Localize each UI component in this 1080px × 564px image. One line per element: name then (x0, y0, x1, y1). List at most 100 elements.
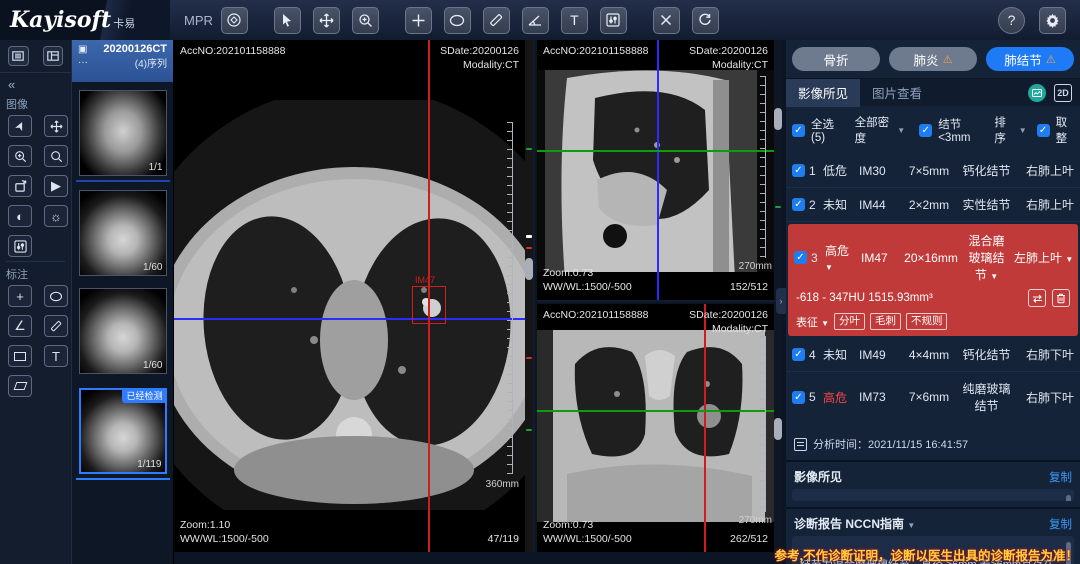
compare-icon[interactable] (1028, 289, 1046, 307)
report-preview-icon[interactable] (1028, 84, 1046, 102)
clear-tool-icon[interactable] (653, 7, 680, 34)
round-checkbox[interactable]: ✓ (1037, 124, 1050, 137)
small-nodule-label: 结节<3mm (938, 116, 982, 144)
series-thumbnail-4-selected[interactable]: 已经检测 1/119 (79, 388, 167, 474)
panel-collapse-handle[interactable]: › (776, 288, 786, 314)
findings-copy-button[interactable]: 复制 (1049, 469, 1072, 485)
brightness-icon[interactable]: ☼ (44, 205, 68, 227)
thumbnail-count: 1/119 (137, 459, 161, 470)
risk-dropdown[interactable]: 高危 ▼ (825, 242, 857, 273)
tab-image-view[interactable]: 图片查看 (860, 79, 934, 107)
logo-text: Kayisoft (10, 7, 111, 33)
nodule-row-2[interactable]: ✓ 2 未知 IM44 2×2mm 实性结节 右肺上叶 (786, 188, 1080, 222)
nodule-row-4[interactable]: ✓ 4 未知 IM49 4×4mm 钙化结节 右肺下叶 (786, 338, 1080, 372)
flip-icon[interactable]: ▶ (44, 175, 68, 197)
axial-crosshair-horizontal[interactable] (174, 318, 533, 320)
magnifier-icon[interactable] (44, 145, 68, 167)
coronal-ct-image (537, 304, 782, 550)
viewport-coronal[interactable]: AccNO:202101158888 SDate:20200126 Modali… (537, 304, 782, 552)
eraser-icon[interactable] (8, 375, 32, 397)
ellipse-tool-icon[interactable] (444, 7, 471, 34)
rectangle-annot-icon[interactable] (8, 345, 32, 367)
crosshair-tool-icon[interactable] (405, 7, 432, 34)
series-list-icon[interactable] (8, 46, 29, 66)
nodule-row-1[interactable]: ✓ 1 低危 IM30 7×5mm 钙化结节 右肺上叶 (786, 154, 1080, 188)
report-copy-button[interactable]: 复制 (1049, 516, 1072, 532)
ruler-annot-icon[interactable] (44, 315, 68, 337)
angle-annot-icon[interactable]: ∠ (8, 315, 32, 337)
viewport-sagittal[interactable]: AccNO:202101158888 SDate:20200126 Modali… (537, 40, 782, 302)
series-thumbnail-3[interactable]: 1/60 (79, 288, 167, 374)
settings-gear-icon[interactable] (1039, 7, 1066, 34)
axial-slice-scrollbar[interactable] (525, 40, 533, 552)
row-checkbox[interactable]: ✓ (794, 251, 807, 264)
series-thumbnail-2[interactable]: 1/60 (79, 190, 167, 276)
select-all-checkbox[interactable]: ✓ (792, 124, 805, 137)
layout-icon[interactable] (43, 46, 64, 66)
axial-scroll-thumb[interactable] (525, 258, 533, 280)
module-lung-nodule-button[interactable]: 肺结节⚠ (986, 47, 1074, 71)
module-pneumonia-button[interactable]: 肺炎⚠ (889, 47, 977, 71)
chevron-down-icon: ▼ (897, 126, 905, 135)
chevron-down-icon[interactable]: ▼ (907, 521, 915, 530)
row-checkbox[interactable]: ✓ (792, 391, 805, 404)
text-tool-icon[interactable]: T (561, 7, 588, 34)
view-2d-icon[interactable]: 2D (1054, 84, 1072, 102)
location-dropdown[interactable]: 左肺上叶 ▼ (1014, 249, 1072, 266)
window-level-icon[interactable] (8, 235, 32, 257)
more-icon[interactable]: ··· (78, 57, 88, 68)
clipboard-icon (794, 438, 807, 451)
tab-findings[interactable]: 影像所见 (786, 79, 860, 107)
coronal-scroll-thumb[interactable] (774, 418, 782, 440)
sagittal-scroll-thumb[interactable] (774, 108, 782, 130)
viewport-axial[interactable]: IM47 AccNO:202101158888 SDate:20200126 M… (174, 40, 535, 552)
sagittal-crosshair-vertical[interactable] (657, 40, 659, 300)
module-fracture-button[interactable]: 骨折 (792, 47, 880, 71)
nodule-roi-box[interactable]: IM47 (412, 286, 446, 324)
series-thumbnail-scout[interactable]: 1/1 (79, 90, 167, 176)
mpr-label: MPR (184, 13, 213, 28)
findings-title: 影像所见 (794, 468, 842, 485)
nodule-hu-volume: -618 - 347HU 1515.93mm³ (796, 292, 1022, 304)
zoom-in-tool-icon[interactable] (352, 7, 379, 34)
findings-scrollbar[interactable] (1066, 495, 1071, 501)
sagittal-crosshair-horizontal[interactable] (537, 150, 782, 152)
ellipse-annot-icon[interactable] (44, 285, 68, 307)
small-nodule-checkbox[interactable]: ✓ (919, 124, 932, 137)
angle-tool-icon[interactable] (522, 7, 549, 34)
nodule-row-3-selected[interactable]: ✓ 3 高危 ▼ IM47 20×16mm 混合磨玻璃结节 ▼ 左肺上叶 ▼ -… (788, 224, 1078, 336)
reset-tool-icon[interactable] (692, 7, 719, 34)
coronal-slice-scrollbar[interactable] (774, 304, 782, 552)
study-header[interactable]: ▣ 20200126CT ··· (4)序列 (72, 40, 173, 82)
text-annot-icon[interactable]: T (44, 345, 68, 367)
coronal-crosshair-horizontal[interactable] (537, 410, 782, 412)
ruler-tool-icon[interactable] (483, 7, 510, 34)
coronal-zoom-wwwl: Zoom:0.73 WW/WL:1500/-500 (543, 518, 632, 546)
feature-dropdown[interactable]: 表征 ▼ (796, 314, 829, 330)
findings-text: 右肺上叶尖段（SeNO.4 IM30）见钙化结节影，大小为7×5mm； 右肺上叶… (792, 489, 1074, 501)
row-checkbox[interactable]: ✓ (792, 164, 805, 177)
coronal-crosshair-vertical[interactable] (704, 304, 706, 552)
analysis-time: 分析时间：2021/11/15 16:41:57 (786, 422, 1080, 462)
mpr-icon[interactable] (221, 7, 248, 34)
sidebar-collapse-icon[interactable]: « (0, 73, 71, 94)
type-dropdown[interactable]: 混合磨玻璃结节 ▼ (963, 232, 1010, 283)
sagittal-slice-scrollbar[interactable] (774, 40, 782, 300)
sort-dropdown[interactable]: 排序 (994, 114, 1012, 146)
row-checkbox[interactable]: ✓ (792, 198, 805, 211)
pan-icon[interactable] (44, 115, 68, 137)
cursor-tool-icon[interactable] (274, 7, 301, 34)
delete-icon[interactable] (1052, 289, 1070, 307)
wwwl-tool-icon[interactable] (600, 7, 627, 34)
zoom-in-icon[interactable] (8, 145, 32, 167)
density-dropdown[interactable]: 全部密度 (855, 114, 892, 146)
cursor-icon[interactable]: ➤ (8, 115, 32, 137)
row-checkbox[interactable]: ✓ (792, 348, 805, 361)
pan-tool-icon[interactable] (313, 7, 340, 34)
help-icon[interactable]: ? (998, 7, 1025, 34)
invert-contrast-icon[interactable]: ◐ (8, 205, 32, 227)
rotate-icon[interactable] (8, 175, 32, 197)
crosshair-annot-icon[interactable]: + (8, 285, 32, 307)
nodule-row-5[interactable]: ✓ 5 高危 IM73 7×6mm 纯磨玻璃结节 右肺下叶 (786, 372, 1080, 422)
sagittal-zoom-wwwl: Zoom:0.73 WW/WL:1500/-500 (543, 266, 632, 294)
